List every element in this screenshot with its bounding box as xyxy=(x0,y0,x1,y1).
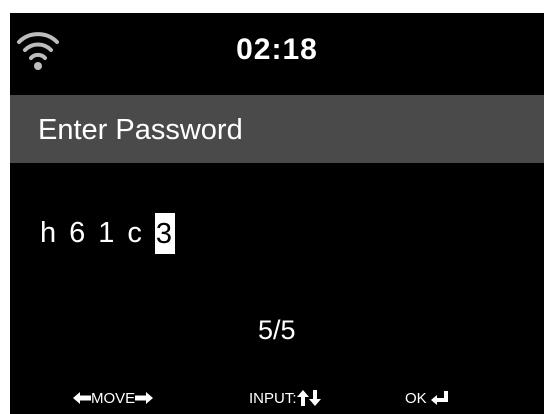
footer-hints: MOVE INPUT: OK xyxy=(10,386,544,410)
enter-icon xyxy=(430,391,448,405)
move-label: MOVE xyxy=(91,389,136,407)
screen-title: Enter Password xyxy=(38,114,243,146)
input-hint: INPUT: xyxy=(249,386,321,410)
arrow-right-icon xyxy=(135,392,154,404)
arrow-up-icon xyxy=(296,390,309,406)
password-char: 6 xyxy=(69,217,86,249)
arrow-down-icon xyxy=(308,390,321,406)
char-counter: 5/5 xyxy=(258,315,296,345)
arrow-left-icon xyxy=(73,392,91,404)
password-cursor-char[interactable]: 3 xyxy=(154,212,176,254)
status-bar: 02:18 xyxy=(10,13,544,93)
clock: 02:18 xyxy=(236,33,318,66)
input-label: INPUT: xyxy=(249,389,297,407)
password-char: 1 xyxy=(98,217,115,249)
password-char: c xyxy=(127,217,142,249)
password-char: h xyxy=(40,217,57,249)
title-bar: Enter Password xyxy=(10,95,544,163)
ok-hint: OK xyxy=(405,386,449,410)
radio-display: 02:18 Enter Password h 6 1 c 3 5/5 MOVE … xyxy=(10,13,544,414)
ok-label: OK xyxy=(405,389,427,407)
password-entry[interactable]: h 6 1 c 3 xyxy=(40,211,176,255)
move-hint: MOVE xyxy=(73,386,154,410)
